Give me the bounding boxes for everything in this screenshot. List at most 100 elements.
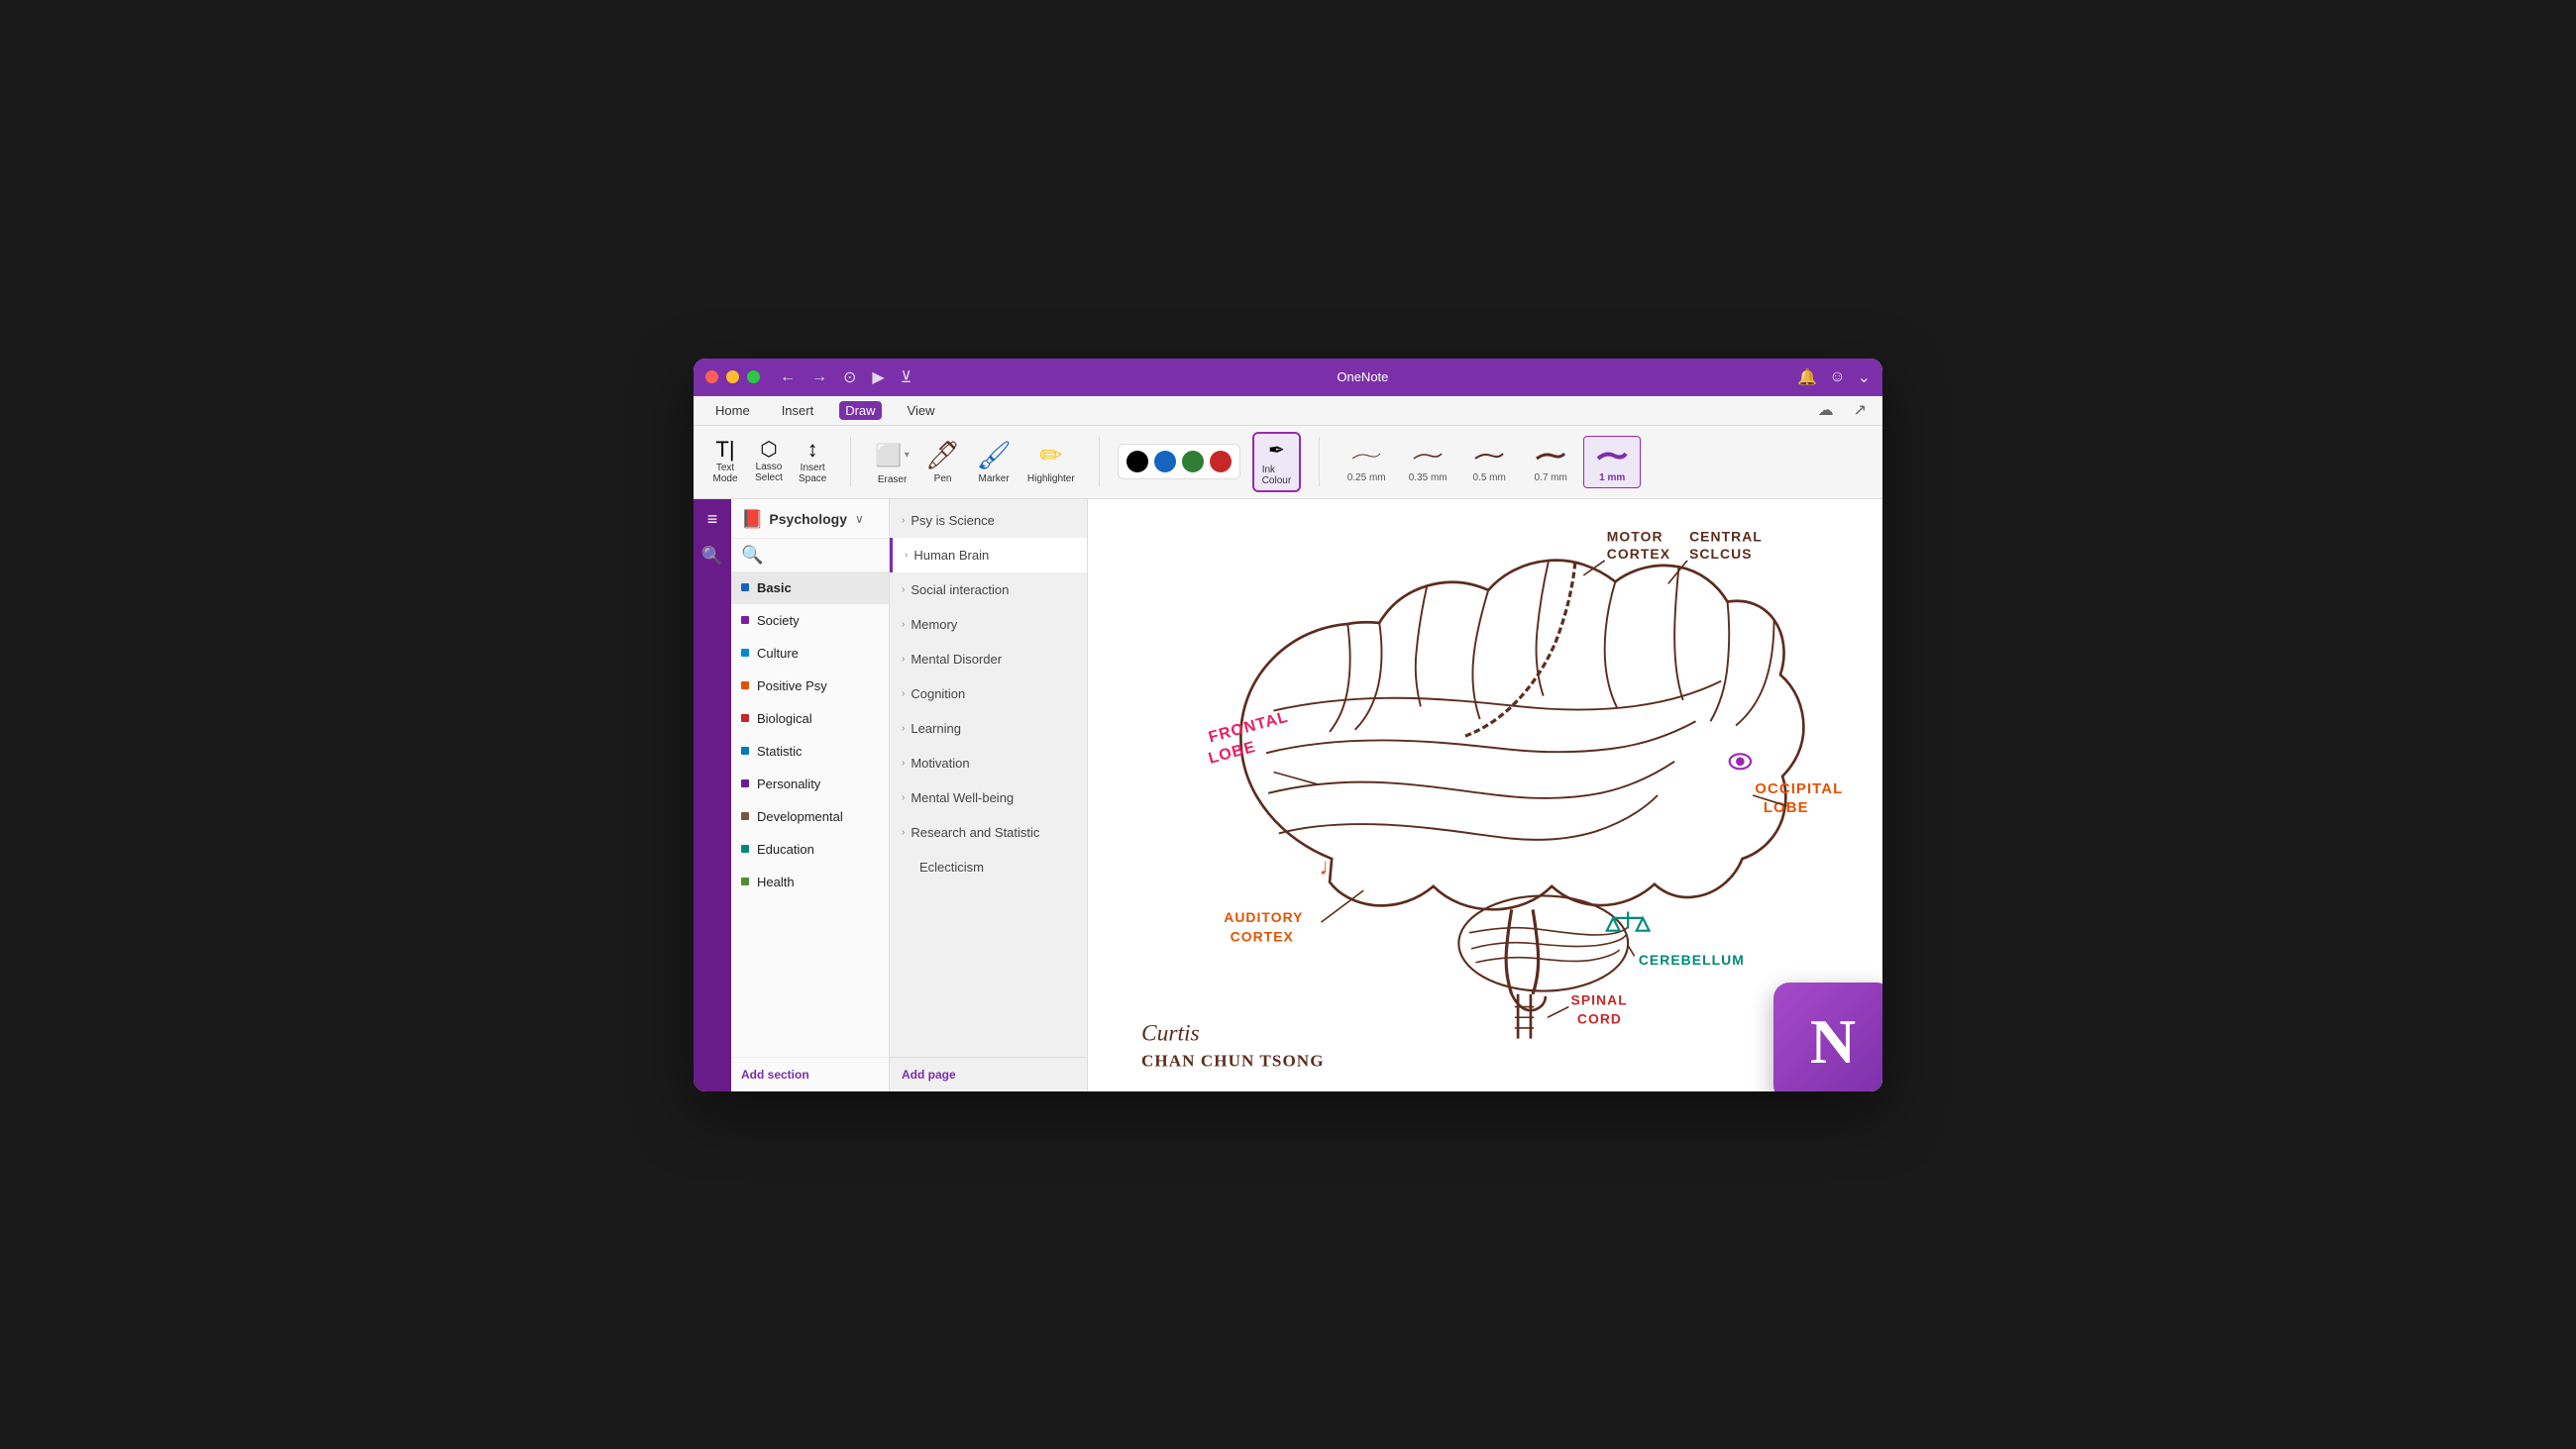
menu-home[interactable]: Home: [709, 401, 756, 420]
section-item-health[interactable]: Health: [731, 866, 889, 898]
notifications-icon[interactable]: 🔔: [1797, 367, 1817, 387]
menu-draw[interactable]: Draw: [839, 401, 881, 420]
page-learning[interactable]: › Learning: [890, 711, 1087, 746]
emoji-icon[interactable]: ☺: [1829, 368, 1845, 386]
search-button[interactable]: 🔍: [741, 545, 763, 566]
section-item-basic[interactable]: Basic: [731, 571, 889, 604]
page-research-statistic[interactable]: › Research and Statistic: [890, 815, 1087, 850]
stroke-07-button[interactable]: 0.7 mm: [1522, 436, 1579, 488]
cloud-icon[interactable]: ☁: [1818, 400, 1834, 420]
color-black[interactable]: [1127, 451, 1148, 472]
highlighter-button[interactable]: ✏ Highlighter: [1021, 435, 1081, 488]
eraser-button[interactable]: ⬜ ▾: [869, 439, 914, 472]
search-sidebar-icon[interactable]: 🔍: [701, 546, 723, 567]
section-item-positive-psy[interactable]: Positive Psy: [731, 670, 889, 702]
color-green[interactable]: [1182, 451, 1204, 472]
section-item-biological[interactable]: Biological: [731, 702, 889, 735]
add-section-button[interactable]: Add section: [731, 1057, 889, 1091]
section-item-culture[interactable]: Culture: [731, 637, 889, 670]
svg-text:♩: ♩: [1319, 854, 1342, 880]
color-blue[interactable]: [1154, 451, 1176, 472]
section-item-education[interactable]: Education: [731, 833, 889, 866]
page-chevron-6: ›: [902, 723, 905, 734]
play-button[interactable]: ▶: [868, 365, 888, 389]
marker-label: Marker: [979, 473, 1010, 484]
back-button[interactable]: ←: [776, 366, 800, 388]
section-dot-basic: [741, 583, 749, 591]
section-dot-health: [741, 878, 749, 885]
canvas-area[interactable]: MOTOR CORTEX CENTRAL SCLCUS FRONTAL LOBE…: [1088, 499, 1882, 1091]
drawing-tools-group: ⬜ ▾ Eraser 🖊 Pen 🖌 Marker ✏ Highlighter: [869, 435, 1080, 488]
separator-2: [1099, 437, 1100, 486]
marker-button[interactable]: 🖌 Marker: [970, 435, 1018, 488]
section-item-personality[interactable]: Personality: [731, 768, 889, 800]
stroke-025-button[interactable]: 0.25 mm: [1338, 436, 1395, 488]
traffic-lights: [705, 370, 760, 383]
stroke-1-button[interactable]: 1 mm: [1583, 436, 1641, 488]
stroke-05-label: 0.5 mm: [1473, 472, 1506, 483]
stroke-05-button[interactable]: 0.5 mm: [1460, 436, 1518, 488]
forward-button[interactable]: →: [807, 366, 831, 388]
eraser-icon: ⬜: [875, 443, 902, 468]
pages-list: › Psy is Science › Human Brain › Social …: [890, 499, 1087, 1057]
notebook-icon: 📕: [741, 509, 763, 530]
lasso-select-button[interactable]: ⬡ LassoSelect: [749, 436, 789, 487]
notebooks-icon[interactable]: ≡: [707, 509, 718, 530]
pen-button[interactable]: 🖊 Pen: [919, 435, 967, 488]
stroke-035-button[interactable]: 0.35 mm: [1399, 436, 1456, 488]
eraser-dropdown[interactable]: ▾: [905, 450, 910, 461]
menu-view[interactable]: View: [902, 401, 941, 420]
more-button[interactable]: ⊻: [897, 365, 916, 389]
page-social-interaction[interactable]: › Social interaction: [890, 572, 1087, 607]
section-dot-biological: [741, 714, 749, 722]
maximize-button[interactable]: [747, 370, 760, 383]
svg-text:CORTEX: CORTEX: [1231, 928, 1294, 944]
pages-panel: › Psy is Science › Human Brain › Social …: [890, 499, 1088, 1091]
text-mode-button[interactable]: T| TextMode: [705, 435, 745, 488]
section-label-statistic: Statistic: [757, 744, 803, 759]
eraser-label: Eraser: [878, 474, 907, 485]
section-dot-culture: [741, 649, 749, 657]
stroke-07-label: 0.7 mm: [1535, 472, 1567, 483]
page-mental-wellbeing[interactable]: › Mental Well-being: [890, 780, 1087, 815]
ink-colour-button[interactable]: ✒ InkColour: [1252, 432, 1301, 492]
page-cognition[interactable]: › Cognition: [890, 676, 1087, 711]
minimize-button[interactable]: [726, 370, 739, 383]
home-nav-button[interactable]: ⊙: [839, 365, 860, 389]
lasso-icon: ⬡: [760, 440, 777, 460]
section-item-society[interactable]: Society: [731, 604, 889, 637]
lasso-label: LassoSelect: [755, 462, 783, 483]
pen-label: Pen: [934, 473, 952, 484]
page-human-brain[interactable]: › Human Brain: [890, 538, 1087, 572]
menu-bar: Home Insert Draw View ☁ ↗: [694, 396, 1882, 426]
separator-1: [850, 437, 851, 486]
insert-space-button[interactable]: ↕ InsertSpace: [793, 435, 832, 488]
section-dot-society: [741, 616, 749, 624]
color-red[interactable]: [1210, 451, 1232, 472]
close-button[interactable]: [705, 370, 718, 383]
insert-space-icon: ↕: [807, 439, 818, 461]
page-motivation[interactable]: › Motivation: [890, 746, 1087, 780]
menu-insert[interactable]: Insert: [776, 401, 820, 420]
page-chevron-9: ›: [902, 827, 905, 838]
onenote-n-icon: N: [1810, 1005, 1856, 1079]
page-label-8: Mental Well-being: [911, 790, 1014, 805]
page-psy-is-science[interactable]: › Psy is Science: [890, 503, 1087, 538]
svg-text:CHAN CHUN TSONG: CHAN CHUN TSONG: [1141, 1051, 1325, 1070]
page-mental-disorder[interactable]: › Mental Disorder: [890, 642, 1087, 676]
add-page-button[interactable]: Add page: [890, 1057, 1087, 1091]
page-eclecticism[interactable]: Eclecticism: [890, 850, 1087, 884]
page-label-2: Social interaction: [911, 582, 1009, 597]
page-memory[interactable]: › Memory: [890, 607, 1087, 642]
stroke-025-preview: [1348, 450, 1384, 462]
section-item-developmental[interactable]: Developmental: [731, 800, 889, 833]
share-icon[interactable]: ↗: [1854, 400, 1867, 420]
section-item-statistic[interactable]: Statistic: [731, 735, 889, 768]
stroke-035-preview: [1410, 450, 1446, 462]
notebook-header[interactable]: 📕 Psychology ∨: [731, 499, 889, 539]
marker-icon: 🖌: [976, 439, 1012, 471]
section-label-basic: Basic: [757, 580, 792, 595]
section-dot-positive-psy: [741, 681, 749, 689]
chevron-down-icon[interactable]: ⌄: [1858, 367, 1871, 387]
section-label-personality: Personality: [757, 776, 820, 791]
